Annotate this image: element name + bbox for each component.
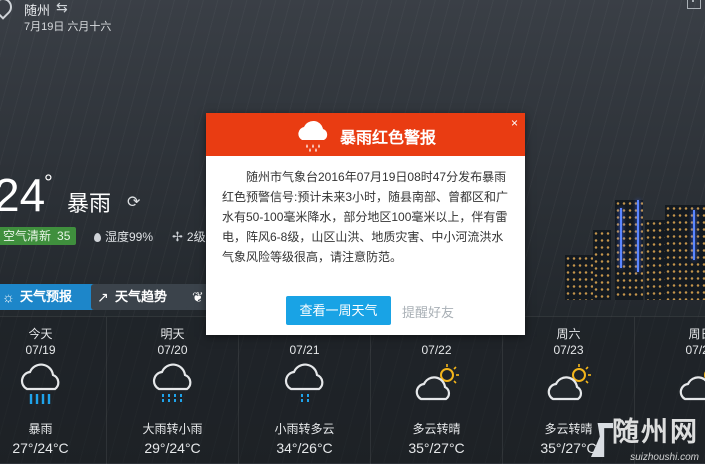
watermark-logo-icon bbox=[591, 423, 613, 457]
forecast-day[interactable]: 07/21 小雨转多云 34°/26°C bbox=[239, 317, 371, 464]
light-rain-icon bbox=[279, 363, 331, 407]
alert-message: 随州市气象台2016年07月19日08时47分发布暴雨红色预警信号:预计未来3小… bbox=[222, 167, 510, 267]
wind-fan-icon: ✢ bbox=[172, 229, 183, 244]
forecast-date: 07/24 bbox=[635, 343, 705, 357]
location-pin-icon[interactable] bbox=[0, 0, 16, 20]
view-week-weather-button[interactable]: 查看一周天气 bbox=[286, 296, 391, 325]
forecast-date: 07/22 bbox=[371, 343, 502, 357]
droplet-icon bbox=[94, 233, 101, 242]
forecast-range: 27°/24°C bbox=[0, 440, 106, 456]
partly-cloudy-icon bbox=[675, 363, 705, 407]
storm-cloud-icon bbox=[295, 119, 331, 153]
forecast-date: 07/21 bbox=[239, 343, 370, 357]
refresh-icon[interactable]: ⟳ bbox=[127, 192, 140, 212]
forecast-day-name: 今天 bbox=[0, 325, 106, 342]
forecast-day-name: 周日 bbox=[635, 325, 705, 342]
watermark-text: 随州网 bbox=[612, 410, 699, 449]
remind-friends-link[interactable]: 提醒好友 bbox=[402, 302, 454, 321]
humidity: 湿度99% bbox=[94, 228, 153, 245]
aqi-badge[interactable]: 空气清新 35 bbox=[0, 227, 76, 245]
wind: ✢ 2级 bbox=[172, 228, 206, 245]
alert-title: 暴雨红色警报 bbox=[340, 124, 436, 148]
humidity-text: 湿度99% bbox=[105, 230, 153, 244]
degree-symbol: ° bbox=[44, 170, 53, 196]
share-icon[interactable] bbox=[687, 0, 701, 9]
forecast-date: 07/23 bbox=[503, 343, 634, 357]
site-watermark: 随州网 suizhoushi.com bbox=[585, 409, 705, 463]
forecast-date: 07/20 bbox=[107, 343, 238, 357]
aqi-label: 空气清新 bbox=[3, 229, 51, 243]
date-label: 7月19日 六月十六 bbox=[24, 18, 111, 34]
close-icon[interactable]: × bbox=[511, 116, 518, 130]
tab-forecast-label: 天气预报 bbox=[20, 289, 72, 304]
current-condition: 暴雨 bbox=[67, 186, 111, 218]
leaf-icon: ❦ bbox=[192, 284, 204, 310]
sun-icon: ☼ bbox=[2, 284, 15, 310]
trend-icon: ↗ bbox=[97, 284, 109, 310]
forecast-day[interactable]: 今天 07/19 暴雨 27°/24°C bbox=[0, 317, 107, 464]
city-name[interactable]: 随州 bbox=[24, 0, 50, 19]
current-temperature: 24 bbox=[0, 168, 45, 222]
tab-trend[interactable]: ↗ 天气趋势 bbox=[91, 284, 195, 310]
wind-text: 2级 bbox=[187, 230, 206, 244]
forecast-condition: 小雨转多云 bbox=[239, 420, 370, 437]
forecast-condition: 大雨转小雨 bbox=[107, 420, 238, 437]
forecast-range: 35°/27°C bbox=[371, 440, 502, 456]
city-skyline bbox=[565, 190, 705, 300]
forecast-day[interactable]: 明天 07/20 大雨转小雨 29°/24°C bbox=[107, 317, 239, 464]
forecast-condition: 暴雨 bbox=[0, 420, 106, 437]
forecast-day[interactable]: 07/22 多云转晴 35°/27°C bbox=[371, 317, 503, 464]
alert-dialog: 暴雨红色警报 × 随州市气象台2016年07月19日08时47分发布暴雨红色预警… bbox=[206, 113, 525, 335]
forecast-range: 29°/24°C bbox=[107, 440, 238, 456]
forecast-range: 34°/26°C bbox=[239, 440, 370, 456]
forecast-condition: 多云转晴 bbox=[371, 420, 502, 437]
tab-trend-label: 天气趋势 bbox=[115, 289, 167, 304]
partly-cloudy-icon bbox=[411, 363, 463, 407]
heavy-rain-icon bbox=[15, 363, 67, 407]
switch-city-icon[interactable]: ⇆ bbox=[56, 0, 68, 16]
forecast-date: 07/19 bbox=[0, 343, 106, 357]
alert-header: 暴雨红色警报 × bbox=[206, 113, 525, 156]
partly-cloudy-icon bbox=[543, 363, 595, 407]
aqi-value: 35 bbox=[57, 229, 70, 243]
rain-icon bbox=[147, 363, 199, 407]
watermark-url: suizhoushi.com bbox=[630, 452, 699, 463]
tab-forecast[interactable]: ☼ 天气预报 bbox=[0, 284, 98, 310]
